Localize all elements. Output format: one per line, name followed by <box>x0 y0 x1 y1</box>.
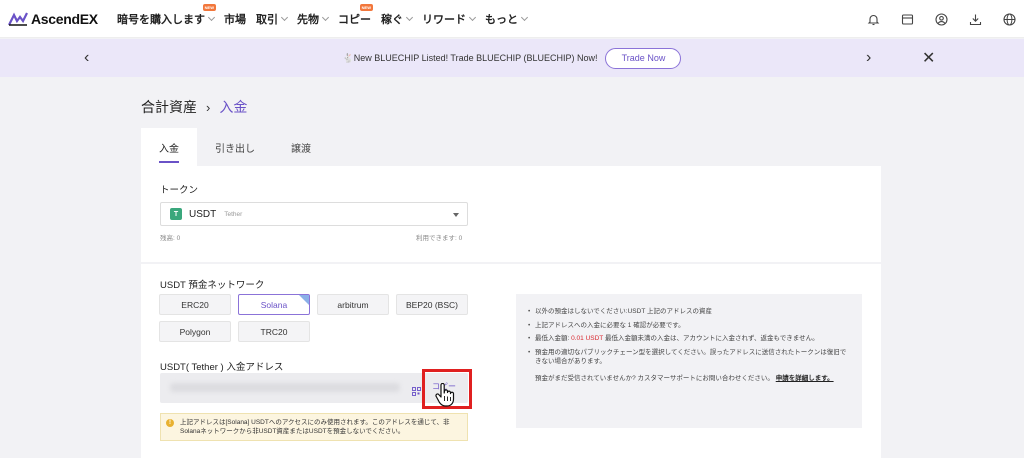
chevron-right-icon[interactable]: › <box>866 39 871 77</box>
help-link[interactable]: 申請を詳細します。 <box>776 375 834 382</box>
nav-more[interactable]: もっと <box>485 11 529 27</box>
chevron-down-icon <box>321 13 330 21</box>
nav-futures[interactable]: 先物 <box>297 11 330 27</box>
breadcrumb-current: 入金 <box>219 99 248 115</box>
nav-label: 取引 <box>256 13 278 26</box>
token-symbol: USDT <box>189 208 217 220</box>
nav-label: もっと <box>485 13 518 26</box>
breadcrumb-separator: › <box>206 99 211 115</box>
help-text: 預金がまだ受信されていませんか? カスタマーサポートにお問い合わせください。 申… <box>535 374 852 384</box>
note-item: 以外の預金はしないでください:USDT 上記のアドレスの資産 <box>528 307 852 317</box>
download-icon[interactable] <box>968 12 982 26</box>
chevron-down-icon <box>207 13 216 21</box>
tab-transfer[interactable]: 譲渡 <box>273 128 329 166</box>
nav-label: コピー <box>338 13 371 26</box>
nav-earn[interactable]: 稼ぐ <box>381 11 414 27</box>
hand-cursor-icon <box>435 382 455 412</box>
network-option-bep20[interactable]: BEP20 (BSC) <box>396 294 468 315</box>
announcement-banner: ‹ 🐇New BLUECHIP Listed! Trade BLUECHIP (… <box>0 39 1024 77</box>
chevron-down-icon <box>405 13 414 21</box>
chevron-down-icon <box>280 13 289 21</box>
brand-name: AscendEX <box>31 10 98 27</box>
note-prefix: 最低入金額: <box>535 335 570 342</box>
top-nav: AscendEX 暗号を購入します NEW 市場 取引 先物 コピー NEW 稼ぐ … <box>0 0 1024 38</box>
nav-buy-crypto[interactable]: 暗号を購入します NEW <box>117 3 216 27</box>
nav-label: リワード <box>422 13 466 26</box>
note-item: 上記アドレスへの入金に必要な 1 確認が必要です。 <box>528 321 852 331</box>
deposit-address-value <box>170 383 400 392</box>
breadcrumb-root[interactable]: 合計資産 <box>141 97 197 117</box>
nav-markets[interactable]: 市場 <box>224 11 246 27</box>
bell-icon[interactable] <box>866 12 880 26</box>
note-item: 預金用の適切なパブリックチェーン型を選択してください。誤ったアドレスに送信された… <box>528 348 852 367</box>
trade-now-button[interactable]: Trade Now <box>605 47 682 69</box>
token-label: トークン <box>160 185 199 196</box>
globe-icon[interactable] <box>1002 12 1016 26</box>
tether-icon: T <box>170 208 182 220</box>
tab-bar: 入金 引き出し 譲渡 <box>141 128 881 166</box>
balance-text: 残高: 0 <box>160 235 181 242</box>
token-select[interactable]: T USDT Tether <box>160 202 468 226</box>
note-item-min-deposit: 最低入金額: 0.01 USDT 最低入金額未満の入金は、アカウントに入金されず… <box>528 334 852 344</box>
logo[interactable]: AscendEX <box>8 11 108 27</box>
banner-message: New BLUECHIP Listed! Trade BLUECHIP (BLU… <box>353 52 598 63</box>
account-icon[interactable] <box>934 12 948 26</box>
address-label: USDT( Tether ) 入金アドレス <box>160 362 284 373</box>
wallet-icon[interactable] <box>900 12 914 26</box>
nav-copy[interactable]: コピー NEW <box>338 3 373 27</box>
tab-deposit[interactable]: 入金 <box>141 128 197 166</box>
nav-label: 市場 <box>224 13 246 26</box>
warning-icon: ! <box>166 419 174 427</box>
close-icon[interactable]: ✕ <box>922 39 935 77</box>
network-option-label: Solana <box>260 299 288 310</box>
selected-corner-icon <box>299 295 309 305</box>
nav-label: 稼ぐ <box>381 13 403 26</box>
network-option-trc20[interactable]: TRC20 <box>238 321 310 342</box>
network-option-solana[interactable]: Solana <box>238 294 310 315</box>
chevron-down-icon <box>520 13 529 21</box>
token-name: Tether <box>224 210 243 218</box>
logo-mark-icon <box>8 12 28 26</box>
token-section: トークン T USDT Tether 残高: 0 利用できます: 0 <box>141 166 881 262</box>
qr-code-icon[interactable] <box>412 383 421 396</box>
network-option-arbitrum[interactable]: arbitrum <box>317 294 389 315</box>
deposit-notes: 以外の預金はしないでください:USDT 上記のアドレスの資産 上記アドレスへの入… <box>516 294 862 428</box>
banner-emoji: 🐇 <box>342 52 354 63</box>
network-label: USDT 預金ネットワーク <box>160 280 265 291</box>
min-deposit-amount: 0.01 USDT <box>571 335 604 342</box>
new-badge: NEW <box>359 3 373 11</box>
nav-label: 暗号を購入します <box>117 13 205 26</box>
note-suffix: 最低入金額未満の入金は、アカウントに入金されず、返金もできません。 <box>604 335 819 342</box>
nav-right-icons <box>846 0 1016 38</box>
breadcrumb: 合計資産 › 入金 <box>141 97 247 117</box>
main-menu: 暗号を購入します NEW 市場 取引 先物 コピー NEW 稼ぐ リワード もっと <box>117 3 537 27</box>
warning-text: 上記アドレスは[Solana] USDTへのアクセスにのみ使用されます。このアド… <box>180 419 450 435</box>
network-option-erc20[interactable]: ERC20 <box>159 294 231 315</box>
available-text: 利用できます: 0 <box>416 235 463 242</box>
chevron-left-icon[interactable]: ‹ <box>84 39 89 77</box>
caret-down-icon <box>453 213 459 217</box>
banner-text: 🐇New BLUECHIP Listed! Trade BLUECHIP (BL… <box>343 53 598 64</box>
network-option-polygon[interactable]: Polygon <box>159 321 231 342</box>
chevron-down-icon <box>468 13 477 21</box>
tab-withdraw[interactable]: 引き出し <box>197 128 273 166</box>
new-badge: NEW <box>202 3 216 11</box>
nav-label: 先物 <box>297 13 319 26</box>
network-warning: ! 上記アドレスは[Solana] USDTへのアクセスにのみ使用されます。この… <box>160 413 468 441</box>
nav-rewards[interactable]: リワード <box>422 11 477 27</box>
help-message: 預金がまだ受信されていませんか? カスタマーサポートにお問い合わせください。 <box>535 374 774 382</box>
nav-trade[interactable]: 取引 <box>256 11 289 27</box>
